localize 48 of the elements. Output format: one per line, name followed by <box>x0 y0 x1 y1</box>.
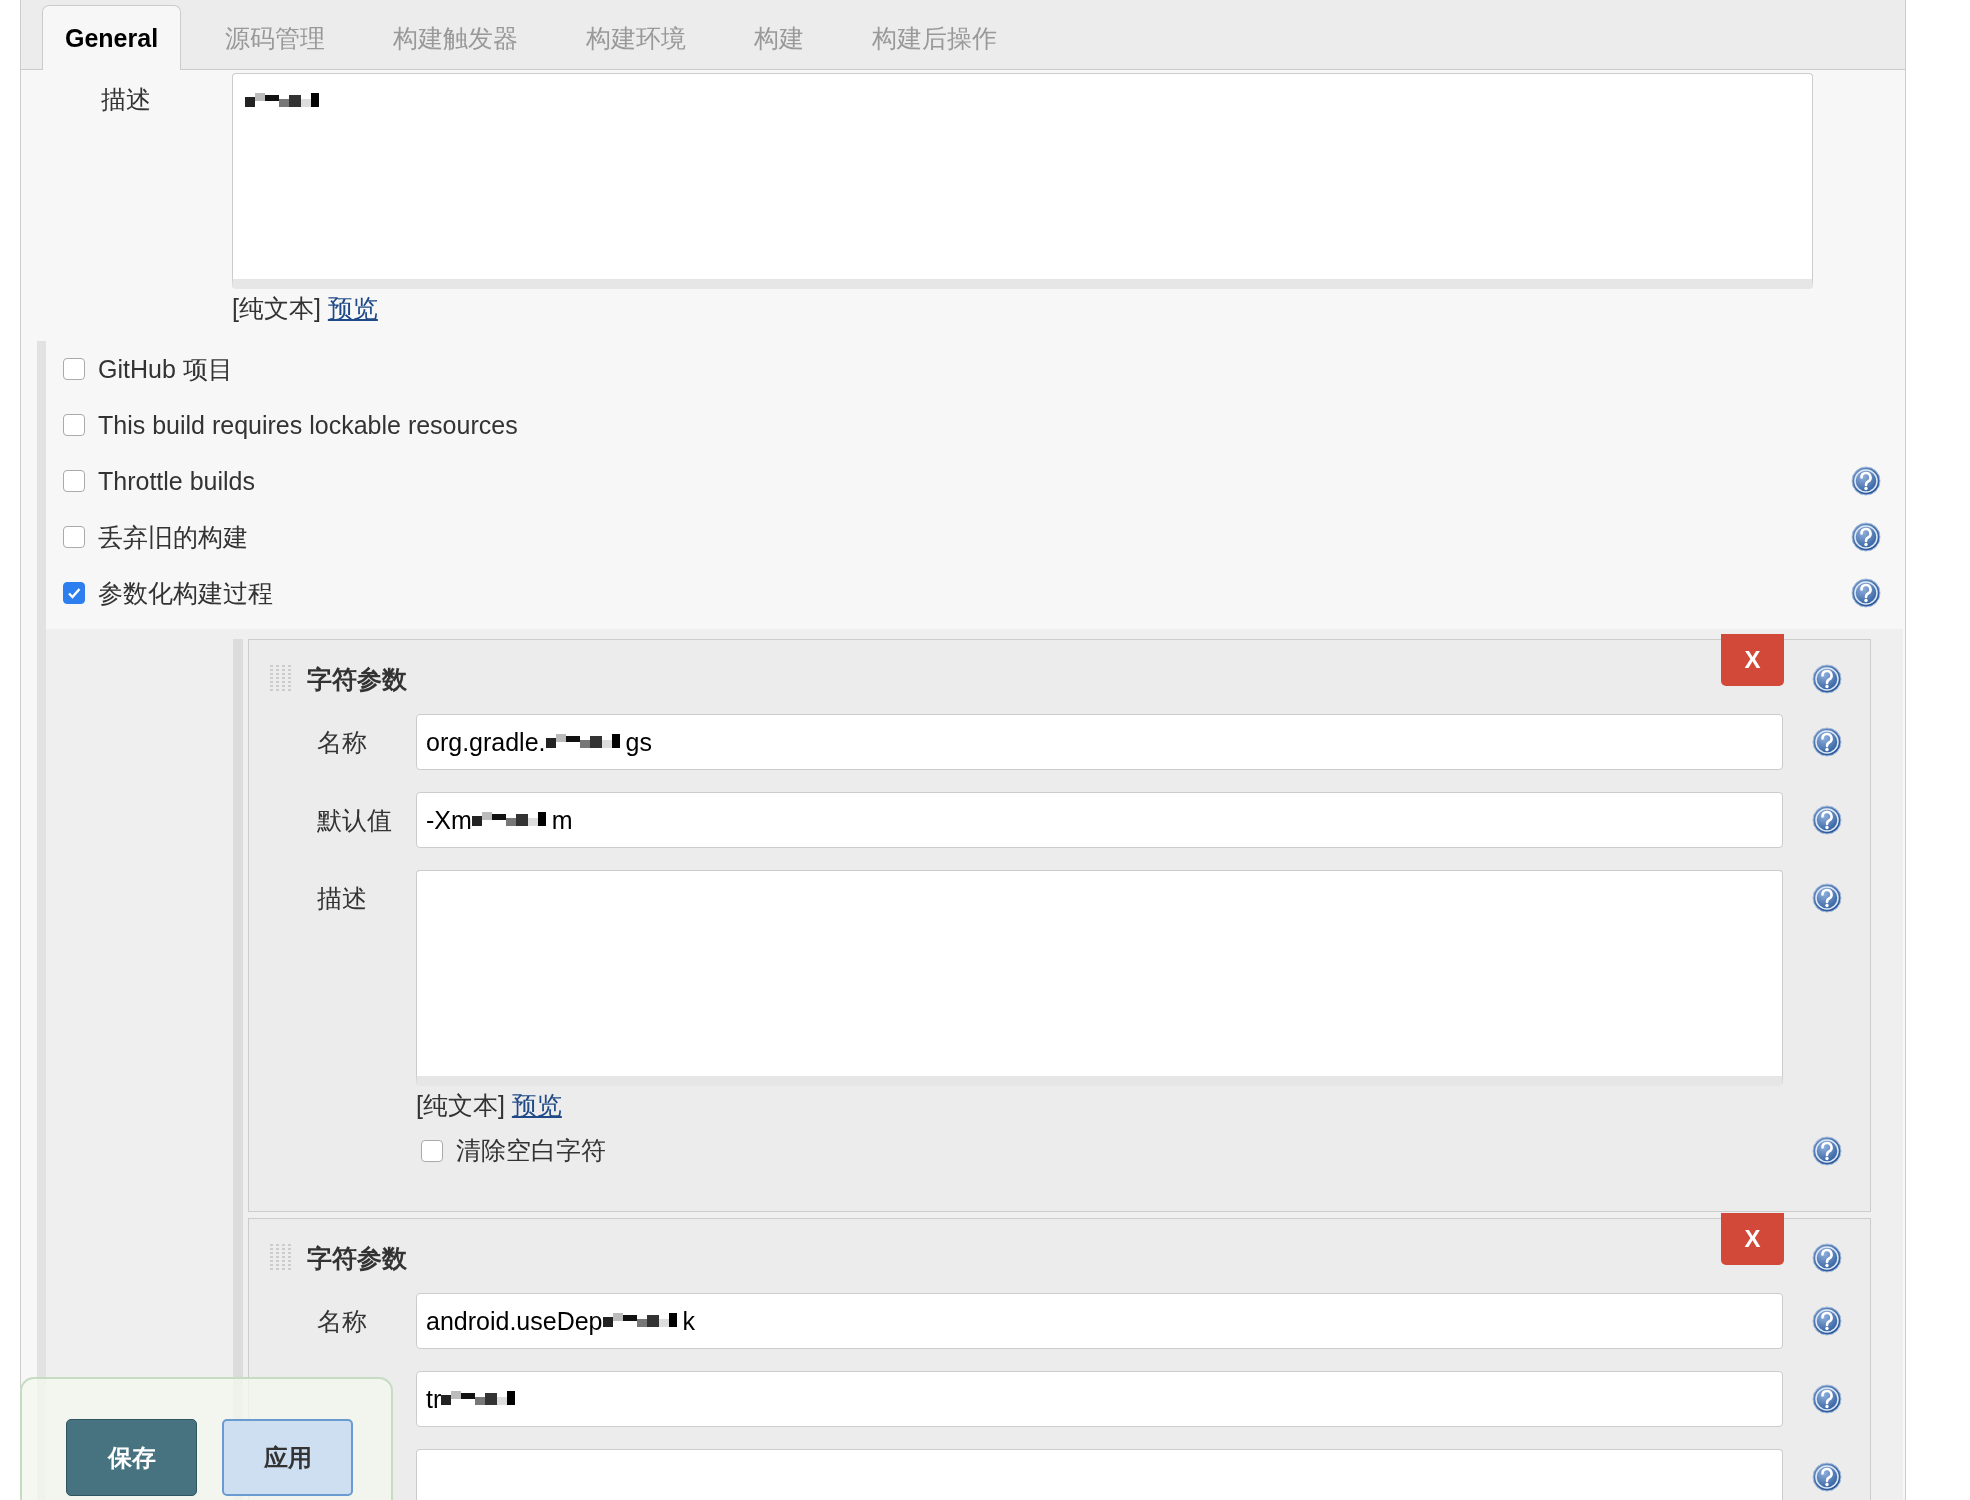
field-label: 描述 <box>100 84 152 115</box>
help-icon[interactable] <box>1811 664 1842 694</box>
input-field[interactable]: org.gradle. gs <box>416 714 1783 770</box>
help-icon[interactable] <box>1811 883 1842 913</box>
help-icon[interactable] <box>1851 466 1881 496</box>
field-label: 名称 <box>317 1306 368 1337</box>
delete-button[interactable]: X <box>1721 634 1784 686</box>
description-field[interactable] <box>232 73 1813 289</box>
parameter-title: 字符参数 <box>307 663 407 695</box>
help-icon[interactable] <box>1811 805 1842 835</box>
option-label: 参数化构建过程 <box>98 577 273 609</box>
help-icon[interactable] <box>1811 1462 1842 1492</box>
preview-link[interactable]: 预览 <box>511 1091 562 1119</box>
field-label: 默认值 <box>317 805 393 836</box>
help-icon[interactable] <box>1811 1306 1842 1336</box>
delete-button[interactable]: X <box>1721 1213 1784 1265</box>
help-icon[interactable] <box>1811 727 1842 757</box>
help-icon[interactable] <box>1851 522 1881 552</box>
description-field[interactable] <box>416 870 1783 1086</box>
help-icon[interactable] <box>1811 1135 1842 1166</box>
checkbox[interactable] <box>63 582 85 604</box>
help-icon[interactable] <box>1851 578 1881 608</box>
option-label: Throttle builds <box>98 466 256 496</box>
input-field[interactable]: -Xm m <box>416 792 1783 848</box>
input-field[interactable]: tr <box>416 1371 1783 1427</box>
save-button[interactable]: 保存 <box>66 1419 197 1496</box>
option-label: GitHub 项目 <box>98 353 233 385</box>
format-label: [纯文本] <box>232 294 321 322</box>
checkbox[interactable] <box>63 358 85 380</box>
drag-handle-icon[interactable] <box>269 664 293 694</box>
option-label: This build requires lockable resources <box>98 410 518 440</box>
help-icon[interactable] <box>1811 1384 1842 1414</box>
preview-link[interactable]: 预览 <box>327 294 378 322</box>
input-field[interactable]: android.useDep k <box>416 1293 1783 1349</box>
option-label: 丢弃旧的构建 <box>98 521 248 553</box>
field-label: 描述 <box>317 883 368 914</box>
tab[interactable]: General <box>42 5 182 70</box>
drag-handle-icon[interactable] <box>269 1243 293 1273</box>
field-label: 名称 <box>317 727 368 758</box>
apply-button[interactable]: 应用 <box>222 1419 353 1496</box>
help-icon[interactable] <box>1811 1243 1842 1273</box>
format-label: [纯文本] <box>416 1091 505 1119</box>
parameter-title: 字符参数 <box>307 1242 407 1274</box>
option-label: 清除空白字符 <box>456 1135 606 1166</box>
checkbox[interactable] <box>63 470 85 492</box>
checkbox[interactable] <box>63 526 85 548</box>
checkbox[interactable] <box>63 414 85 436</box>
checkbox[interactable] <box>421 1139 443 1162</box>
